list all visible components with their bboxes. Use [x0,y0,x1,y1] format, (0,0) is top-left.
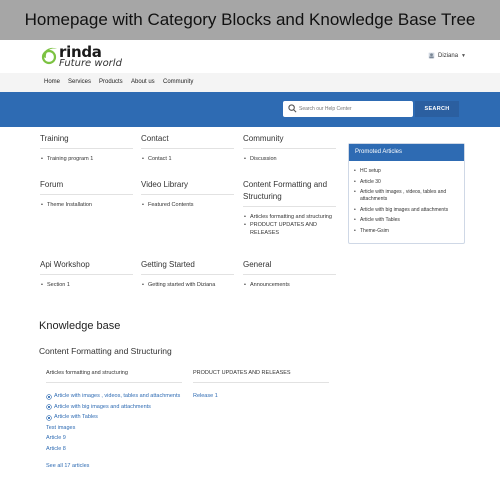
user-icon [428,52,435,59]
category-contact: Contact Contact 1 [141,133,234,163]
kb-section-articles-formatting: Articles formatting and structuring Arti… [46,370,182,457]
nav-community[interactable]: Community [163,79,193,85]
promoted-articles-title: Promoted Articles [349,144,464,161]
promoted-article-link[interactable]: Article with big images and attachments [353,207,460,214]
category-getting-started: Getting Started Getting started with Diz… [141,259,234,289]
logo-swoosh-icon [41,47,57,65]
category-title[interactable]: Forum [40,179,133,195]
category-forum: Forum Theme Installation [40,179,133,209]
category-item[interactable]: Training program 1 [40,155,133,163]
category-title[interactable]: Community [243,133,336,149]
search-input[interactable] [299,104,409,114]
kb-section-title[interactable]: Articles formatting and structuring [46,370,182,383]
search-banner: SEARCH [0,92,500,127]
category-content-formatting: Content Formatting and Structuring Artic… [243,179,336,237]
kb-article-link-text: Article with Tables [54,414,98,421]
brand-tagline: Future world [59,58,122,69]
see-all-articles-link[interactable]: See all 17 articles [46,463,89,469]
promoted-article-link[interactable]: HC setup [353,168,460,175]
category-title[interactable]: Api Workshop [40,259,133,275]
kb-article-link[interactable]: Test images [46,425,182,432]
search-icon [288,104,297,113]
search-box[interactable] [283,101,413,117]
kb-article-link[interactable]: Article with Tables [46,414,182,421]
category-title[interactable]: Training [40,133,133,149]
logo[interactable]: rinda Future world [40,43,150,70]
category-item[interactable]: Announcements [243,281,336,289]
category-item[interactable]: Contact 1 [141,155,234,163]
promoted-article-link[interactable]: Article with images , videos, tables and… [353,189,460,203]
kb-section-title[interactable]: PRODUCT UPDATES AND RELEASES [193,370,329,383]
site-header: rinda Future world Diziana ▼ [0,40,500,73]
category-title[interactable]: Contact [141,133,234,149]
main-nav: Home Services Products About us Communit… [0,73,500,92]
promoted-circle-icon [46,404,52,410]
category-training: Training Training program 1 [40,133,133,163]
promoted-article-link[interactable]: Article with Tables [353,217,460,224]
nav-services[interactable]: Services [68,79,91,85]
category-title[interactable]: Video Library [141,179,234,195]
nav-about-us[interactable]: About us [131,79,155,85]
kb-section-product-updates: PRODUCT UPDATES AND RELEASES Release 1 [193,370,329,404]
knowledge-base-category-title[interactable]: Content Formatting and Structuring [39,346,172,356]
category-item[interactable]: Theme Installation [40,201,133,209]
category-item[interactable]: Getting started with Diziana [141,281,234,289]
promoted-circle-icon [46,414,52,421]
promoted-article-link[interactable]: Theme-Gsim [353,228,460,235]
promoted-article-link[interactable]: Article 30 [353,179,460,186]
category-community: Community Discussion [243,133,336,163]
nav-products[interactable]: Products [99,79,123,85]
kb-article-link[interactable]: Article 9 [46,435,182,442]
category-item[interactable]: Featured Contents [141,201,234,209]
category-general: General Announcements [243,259,336,289]
kb-article-link[interactable]: Article 8 [46,446,182,453]
category-api-workshop: Api Workshop Section 1 [40,259,133,289]
category-title[interactable]: Content Formatting and Structuring [243,179,336,207]
category-item[interactable]: Articles formatting and structuring [243,213,336,221]
user-menu[interactable]: Diziana ▼ [428,52,466,59]
category-item[interactable]: Discussion [243,155,336,163]
kb-article-link[interactable]: Article with images , videos, tables and… [46,393,182,400]
category-item[interactable]: Section 1 [40,281,133,289]
knowledge-base-title: Knowledge base [39,320,121,332]
caption-bar: Homepage with Category Blocks and Knowle… [0,0,500,40]
category-title[interactable]: Getting Started [141,259,234,275]
kb-article-link[interactable]: Article with big images and attachments [46,404,182,411]
caption-text: Homepage with Category Blocks and Knowle… [24,10,476,29]
user-name: Diziana [438,52,459,59]
kb-article-link-text: Article with images , videos, tables and… [54,393,181,399]
category-item[interactable]: PRODUCT UPDATES AND RELEASES [243,221,336,237]
kb-article-link[interactable]: Release 1 [193,393,329,400]
category-title[interactable]: General [243,259,336,275]
nav-home[interactable]: Home [44,79,60,85]
search-button[interactable]: SEARCH [415,101,459,117]
promoted-articles-panel: Promoted Articles HC setup Article 30 Ar… [348,143,465,244]
chevron-down-icon: ▼ [461,52,466,59]
kb-article-link-text: Article with big images and attachments [54,403,151,410]
promoted-circle-icon [46,393,52,400]
category-video-library: Video Library Featured Contents [141,179,234,209]
